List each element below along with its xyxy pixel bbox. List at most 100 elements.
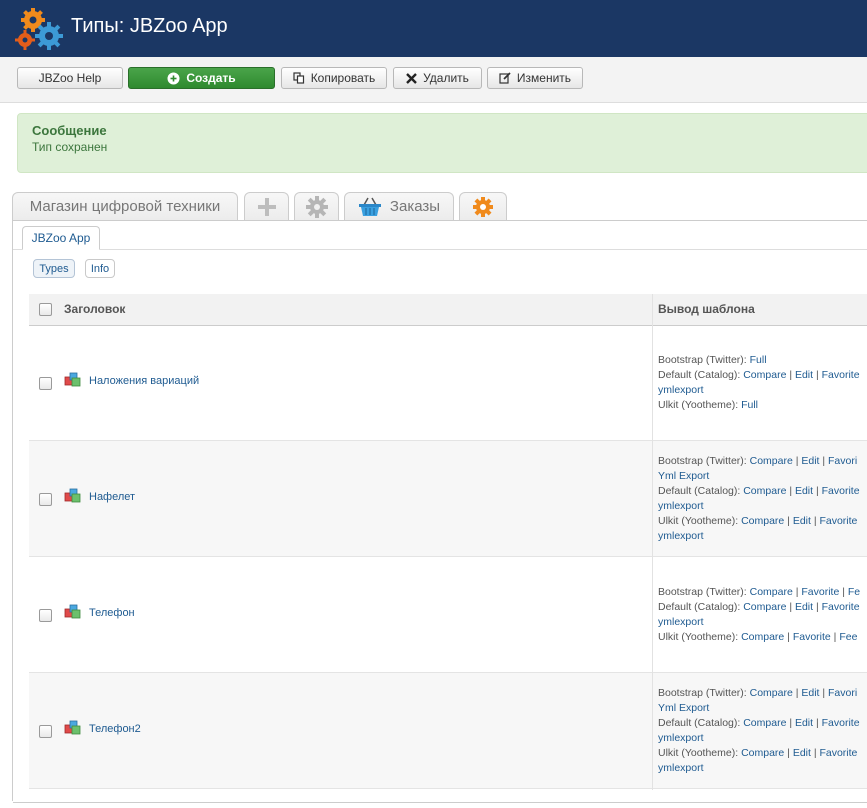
- template-link[interactable]: Yml Export: [658, 702, 709, 714]
- template-line: Ulkit (Yootheme): Compare | Edit | Favor…: [658, 746, 867, 761]
- template-link[interactable]: Favori: [828, 687, 857, 699]
- template-text: Bootstrap (Twitter):: [658, 455, 750, 467]
- template-link[interactable]: Favorite: [819, 515, 857, 527]
- type-title-link[interactable]: Телефон: [89, 607, 135, 619]
- tab-add-app[interactable]: [244, 192, 289, 220]
- types-pill[interactable]: Types: [33, 259, 75, 278]
- template-link[interactable]: Compare: [750, 455, 793, 467]
- tab-orders[interactable]: Заказы: [344, 192, 454, 220]
- template-link[interactable]: Compare: [741, 631, 784, 643]
- template-link[interactable]: ymlexport: [658, 762, 704, 774]
- template-output-cell: Bootstrap (Twitter): Compare | Edit | Fa…: [658, 454, 867, 544]
- template-link[interactable]: Compare: [750, 687, 793, 699]
- template-line: Default (Catalog): Compare | Edit | Favo…: [658, 600, 867, 615]
- create-button[interactable]: Создать: [128, 67, 275, 89]
- edit-icon: [499, 72, 511, 84]
- template-link[interactable]: Full: [741, 399, 758, 411]
- type-title-link[interactable]: Наложения вариаций: [89, 375, 199, 387]
- template-link[interactable]: ymlexport: [658, 530, 704, 542]
- template-link[interactable]: Yml Export: [658, 470, 709, 482]
- tab-app-store[interactable]: Магазин цифровой техники: [12, 192, 238, 220]
- copy-button[interactable]: Копировать: [281, 67, 387, 89]
- subtab-jbzoo-app[interactable]: JBZoo App: [22, 226, 100, 250]
- template-text: |: [784, 631, 793, 643]
- template-line: Bootstrap (Twitter): Compare | Edit | Fa…: [658, 686, 867, 701]
- template-line: ymlexport: [658, 761, 867, 776]
- table-header: Заголовок Вывод шаблона: [29, 294, 867, 326]
- template-link[interactable]: ymlexport: [658, 384, 704, 396]
- template-text: |: [784, 515, 793, 527]
- template-line: ymlexport: [658, 615, 867, 630]
- template-text: Bootstrap (Twitter):: [658, 354, 750, 366]
- help-button-label: JBZoo Help: [38, 71, 102, 85]
- tab-app-store-label: Магазин цифровой техники: [29, 198, 221, 215]
- template-link[interactable]: Compare: [750, 586, 793, 598]
- basket-icon: [358, 197, 381, 216]
- template-line: Ulkit (Yootheme): Compare | Edit | Favor…: [658, 514, 867, 529]
- template-text: Ulkit (Yootheme):: [658, 631, 742, 643]
- template-link[interactable]: Compare: [743, 369, 786, 381]
- template-link[interactable]: Compare: [743, 717, 786, 729]
- row-checkbox[interactable]: [39, 377, 52, 390]
- template-link[interactable]: Favorite: [822, 485, 860, 497]
- template-link[interactable]: Favorite: [822, 369, 860, 381]
- template-link[interactable]: Favorite: [793, 631, 831, 643]
- info-pill[interactable]: Info: [85, 259, 115, 278]
- template-text: |: [784, 747, 793, 759]
- template-link[interactable]: Favori: [828, 455, 857, 467]
- template-line: Default (Catalog): Compare | Edit | Favo…: [658, 484, 867, 499]
- create-button-label: Создать: [186, 71, 236, 85]
- panel-bottom-border: [13, 802, 867, 803]
- type-title-link[interactable]: Телефон2: [89, 723, 141, 735]
- message-text: Тип сохранен: [32, 140, 108, 154]
- template-text: Bootstrap (Twitter):: [658, 687, 750, 699]
- tab-settings[interactable]: [294, 192, 339, 220]
- template-link[interactable]: Edit: [795, 601, 813, 613]
- column-divider: [652, 294, 653, 790]
- template-link[interactable]: Edit: [793, 747, 811, 759]
- template-link[interactable]: Favorite: [819, 747, 857, 759]
- table-row: Нафелет Bootstrap (Twitter): Compare | Ed…: [29, 441, 867, 557]
- template-link[interactable]: Edit: [793, 515, 811, 527]
- template-link[interactable]: Favorite: [801, 586, 839, 598]
- template-link[interactable]: Edit: [801, 455, 819, 467]
- template-line: ymlexport: [658, 499, 867, 514]
- select-all-checkbox[interactable]: [39, 303, 52, 316]
- template-link[interactable]: Full: [750, 354, 767, 366]
- template-text: Default (Catalog):: [658, 485, 744, 497]
- template-link[interactable]: Favorite: [822, 717, 860, 729]
- template-text: |: [839, 586, 848, 598]
- template-link[interactable]: Fe: [848, 586, 860, 598]
- template-text: Default (Catalog):: [658, 369, 744, 381]
- delete-button[interactable]: Удалить: [393, 67, 482, 89]
- template-text: |: [819, 455, 829, 467]
- template-link[interactable]: Compare: [741, 747, 784, 759]
- template-link[interactable]: Compare: [743, 485, 786, 497]
- column-template-header: Вывод шаблона: [658, 302, 755, 316]
- template-text: |: [786, 485, 795, 497]
- template-link[interactable]: Edit: [795, 369, 813, 381]
- template-link[interactable]: ymlexport: [658, 616, 704, 628]
- gear-icon: [305, 195, 328, 218]
- template-link[interactable]: ymlexport: [658, 500, 704, 512]
- type-title-link[interactable]: Нафелет: [89, 491, 135, 503]
- template-link[interactable]: Fee: [839, 631, 857, 643]
- template-link[interactable]: Edit: [795, 717, 813, 729]
- template-link[interactable]: Compare: [743, 601, 786, 613]
- edit-button[interactable]: Изменить: [487, 67, 583, 89]
- template-link[interactable]: Compare: [741, 515, 784, 527]
- toolbar: JBZoo Help Создать Копировать Удалить Из…: [0, 57, 867, 103]
- app-header: Типы: JBZoo App: [0, 0, 867, 57]
- row-checkbox[interactable]: [39, 493, 52, 506]
- template-link[interactable]: ymlexport: [658, 732, 704, 744]
- tab-jbzoo[interactable]: [459, 192, 507, 220]
- row-checkbox[interactable]: [39, 725, 52, 738]
- template-link[interactable]: Favorite: [822, 601, 860, 613]
- tab-orders-label: Заказы: [389, 198, 441, 215]
- template-link[interactable]: Edit: [795, 485, 813, 497]
- template-link[interactable]: Edit: [801, 687, 819, 699]
- row-checkbox[interactable]: [39, 609, 52, 622]
- help-button[interactable]: JBZoo Help: [17, 67, 123, 89]
- template-text: Default (Catalog):: [658, 601, 744, 613]
- template-text: |: [813, 485, 822, 497]
